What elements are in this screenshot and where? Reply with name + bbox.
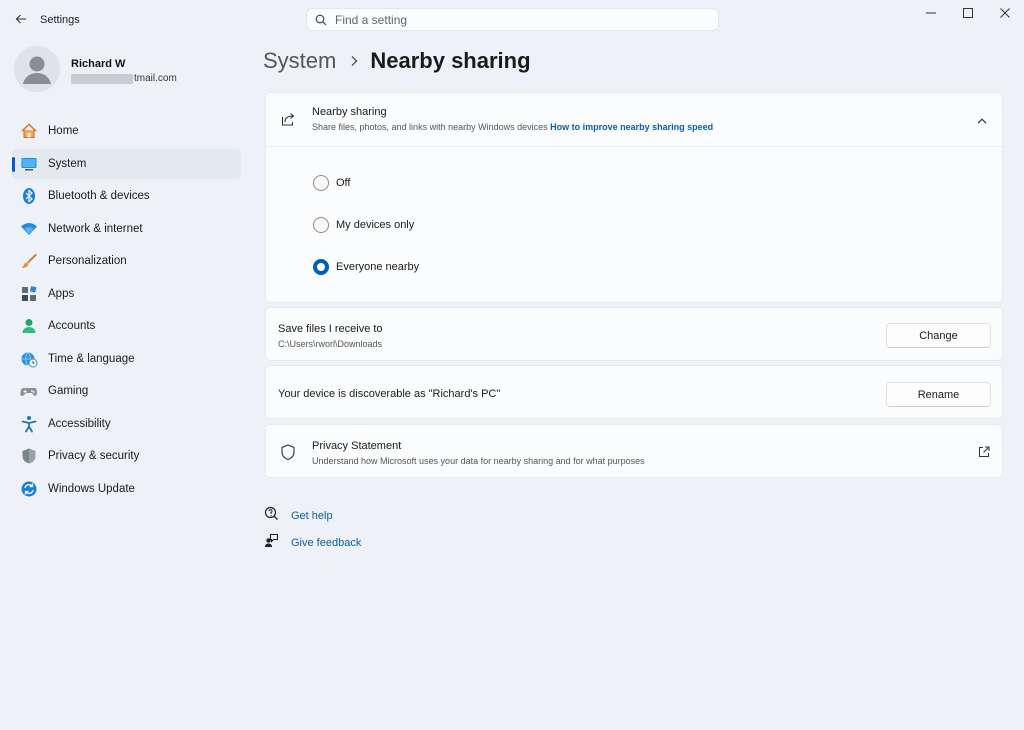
sidebar-item-label: Personalization <box>48 255 127 267</box>
minimize-button[interactable] <box>916 4 946 22</box>
sidebar-item-time-language[interactable]: Time & language <box>12 344 241 374</box>
close-icon <box>1000 8 1010 18</box>
sidebar-item-label: Home <box>48 125 79 137</box>
radio-everyone-nearby[interactable]: Everyone nearby <box>313 259 419 275</box>
search-input[interactable] <box>335 12 695 27</box>
apps-icon <box>20 285 38 303</box>
profile-name: Richard W <box>71 58 126 70</box>
nearby-sharing-header[interactable]: Nearby sharing Share files, photos, and … <box>266 93 1002 147</box>
share-icon <box>280 111 296 132</box>
radio-label: Off <box>336 177 351 189</box>
chevron-right-icon <box>350 55 358 67</box>
page-title: Nearby sharing <box>370 48 531 73</box>
save-files-text: Save files I receive to C:\Users\rworl\D… <box>278 323 383 349</box>
help-icon <box>264 506 279 526</box>
radio-label: My devices only <box>336 219 415 231</box>
sidebar-item-accounts[interactable]: Accounts <box>12 311 241 341</box>
sidebar-item-label: Windows Update <box>48 482 135 495</box>
privacy-statement-card[interactable]: Privacy Statement Understand how Microso… <box>265 424 1003 478</box>
home-icon <box>20 122 38 140</box>
sidebar-item-bluetooth[interactable]: Bluetooth & devices <box>12 181 241 211</box>
profile-email: tmail.com <box>71 73 177 84</box>
sidebar-nav: Home System Bluetooth & devices Network … <box>12 116 241 506</box>
search-icon <box>315 14 327 25</box>
sidebar-item-network[interactable]: Network & internet <box>12 214 241 244</box>
nearby-sharing-title: Nearby sharing <box>312 106 387 118</box>
close-button[interactable] <box>990 4 1020 22</box>
save-files-path: C:\Users\rworl\Downloads <box>278 339 383 349</box>
sidebar-item-label: Gaming <box>48 385 89 397</box>
external-link-icon[interactable] <box>978 445 990 463</box>
radio-label: Everyone nearby <box>336 261 420 273</box>
sidebar-item-label: Apps <box>48 287 75 300</box>
sidebar-item-apps[interactable]: Apps <box>12 279 241 309</box>
sidebar-item-label: Accounts <box>48 320 96 332</box>
sidebar-item-windows-update[interactable]: Windows Update <box>12 474 241 504</box>
app-title: Settings <box>40 14 80 26</box>
nearby-sharing-description: Share files, photos, and links with near… <box>312 122 713 132</box>
breadcrumb: System Nearby sharing <box>263 46 531 76</box>
breadcrumb-parent[interactable]: System <box>263 48 336 74</box>
feedback-icon <box>264 533 279 553</box>
profile-email-domain: tmail.com <box>134 73 177 84</box>
sidebar-item-personalization[interactable]: Personalization <box>12 246 241 276</box>
gamepad-icon <box>20 382 38 400</box>
radio-my-devices-only[interactable]: My devices only <box>313 217 414 233</box>
sidebar-item-label: System <box>48 157 87 170</box>
globe-clock-icon <box>20 350 38 368</box>
radio-button[interactable] <box>313 175 329 191</box>
chevron-up-icon[interactable] <box>974 113 990 129</box>
sidebar-item-label: Bluetooth & devices <box>48 190 150 202</box>
bluetooth-icon <box>20 187 38 205</box>
sidebar-item-label: Network & internet <box>48 222 143 235</box>
person-icon <box>23 56 51 84</box>
accounts-icon <box>20 317 38 335</box>
maximize-icon <box>963 8 973 18</box>
nearby-sharing-text: Nearby sharing Share files, photos, and … <box>312 106 713 132</box>
change-button[interactable]: Change <box>886 323 991 348</box>
rename-button[interactable]: Rename <box>886 382 991 407</box>
sidebar-item-privacy[interactable]: Privacy & security <box>12 441 241 471</box>
user-profile[interactable]: Richard W tmail.com <box>14 46 244 96</box>
back-button[interactable] <box>10 8 32 30</box>
give-feedback-label[interactable]: Give feedback <box>291 537 361 549</box>
privacy-description: Understand how Microsoft uses your data … <box>312 456 645 466</box>
search-box[interactable] <box>306 8 719 31</box>
sidebar-item-system[interactable]: System <box>12 148 241 179</box>
title-bar: Settings <box>0 0 1024 40</box>
radio-button-checked[interactable] <box>313 259 329 275</box>
discoverable-title: Your device is discoverable as "Richard'… <box>278 388 501 400</box>
maximize-button[interactable] <box>953 4 983 22</box>
shield-outline-icon <box>280 444 296 466</box>
sidebar-item-label: Accessibility <box>48 417 111 430</box>
save-files-card: Save files I receive to C:\Users\rworl\D… <box>265 307 1003 361</box>
give-feedback-link[interactable]: Give feedback <box>264 533 361 553</box>
get-help-label[interactable]: Get help <box>291 510 333 522</box>
nearby-sharing-card: Nearby sharing Share files, photos, and … <box>265 92 1003 303</box>
privacy-text: Privacy Statement Understand how Microso… <box>312 440 645 466</box>
radio-off[interactable]: Off <box>313 175 350 191</box>
system-icon <box>20 155 38 173</box>
save-files-title: Save files I receive to <box>278 323 383 335</box>
shield-icon <box>20 447 38 465</box>
redacted-email-part <box>71 73 133 84</box>
nearby-sharing-desc-text: Share files, photos, and links with near… <box>312 122 548 132</box>
radio-button[interactable] <box>313 217 329 233</box>
discoverable-card: Your device is discoverable as "Richard'… <box>265 365 1003 419</box>
update-icon <box>20 480 38 498</box>
sidebar-item-label: Time & language <box>48 352 135 365</box>
brush-icon <box>20 252 38 270</box>
get-help-link[interactable]: Get help <box>264 506 333 526</box>
improve-speed-link[interactable]: How to improve nearby sharing speed <box>550 122 713 132</box>
sidebar-item-accessibility[interactable]: Accessibility <box>12 409 241 439</box>
privacy-title: Privacy Statement <box>312 440 402 452</box>
accessibility-icon <box>20 415 38 433</box>
sidebar-item-gaming[interactable]: Gaming <box>12 376 241 406</box>
sidebar-item-home[interactable]: Home <box>12 116 241 146</box>
avatar <box>14 46 60 92</box>
wifi-icon <box>20 220 38 238</box>
sidebar-item-label: Privacy & security <box>48 450 140 462</box>
minimize-icon <box>926 12 936 14</box>
back-arrow-icon <box>15 14 26 24</box>
